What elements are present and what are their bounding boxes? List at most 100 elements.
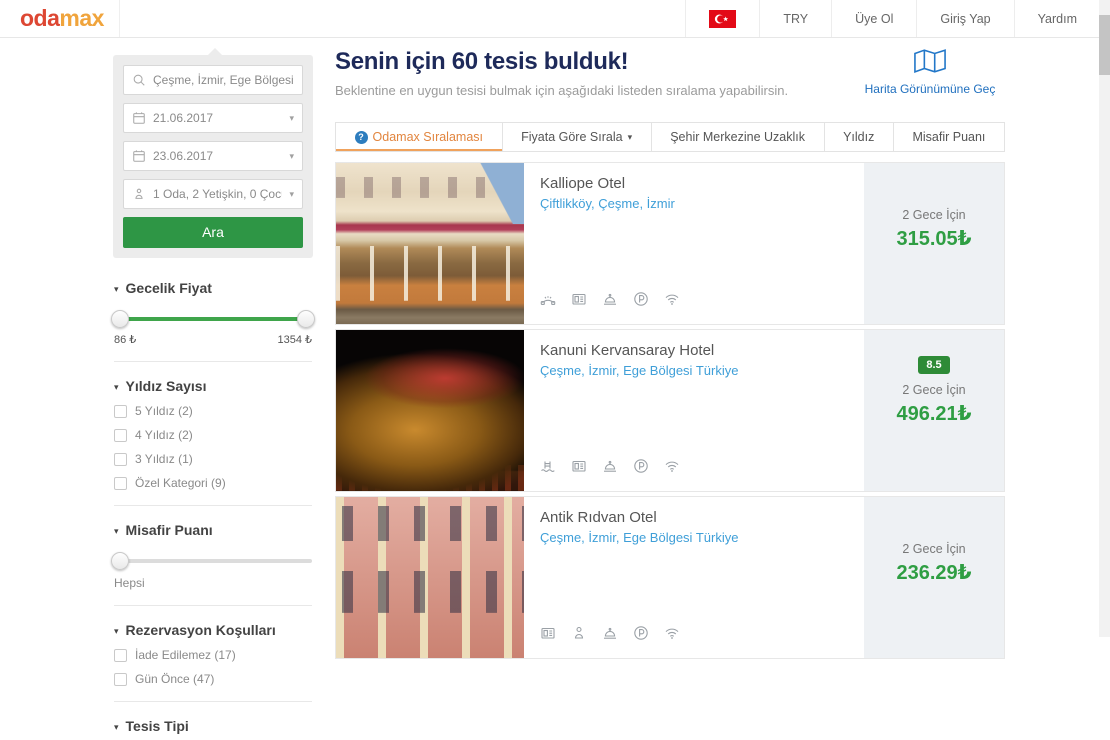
checkbox[interactable] [114,429,127,442]
nights-label: 2 Gece İçin [902,542,965,556]
hotel-photo[interactable] [336,163,524,324]
divider [114,361,312,362]
map-view-link[interactable]: Harita Görünümüne Geç [855,48,1005,96]
search-icon [132,73,146,87]
logo[interactable]: odamax [0,0,120,37]
wifi-icon [664,625,680,646]
tv-icon [540,625,556,646]
hotel-location-link[interactable]: Çeşme, İzmir, Ege Bölgesi Türkiye [540,363,848,378]
bell-icon [602,625,618,646]
slider-track[interactable] [114,559,312,563]
person-icon [132,187,146,201]
price-min-label: 86 ₺ [114,333,136,346]
price-max-label: 1354 ₺ [277,333,312,346]
guest-rating-handle[interactable] [111,552,129,570]
hotel-photo[interactable] [336,330,524,491]
rating-badge: 8.5 [918,356,949,374]
header-nav-item[interactable]: Üye Ol [831,0,916,37]
filter-property-type-header[interactable]: ▾ Tesis Tipi [114,718,312,734]
filter-checkbox-option[interactable]: İade Edilemez (17) [114,648,312,662]
option-label: 3 Yıldız (1) [135,452,193,466]
hotel-card[interactable]: Kanuni Kervansaray Hotel Çeşme, İzmir, E… [335,329,1005,492]
logo-part-oda: oda [20,5,59,32]
checkbox[interactable] [114,673,127,686]
guest-rating-value: Hepsi [114,576,312,590]
hotel-name[interactable]: Kanuni Kervansaray Hotel [540,342,848,359]
divider [114,605,312,606]
filter-price-header[interactable]: ▾ Gecelik Fiyat [114,280,312,296]
filter-guest-rating-header[interactable]: ▾ Misafir Puanı [114,522,312,538]
filter-stars-header[interactable]: ▾ Yıldız Sayısı [114,378,312,394]
checkout-date-input[interactable]: 23.06.2017 ▾ [123,141,303,171]
header-nav-item[interactable]: Giriş Yap [916,0,1013,37]
sort-tab[interactable]: Fiyata Göre Sırala ▾ [502,123,651,151]
checkbox[interactable] [114,649,127,662]
hotel-location-link[interactable]: Çiftlikköy, Çeşme, İzmir [540,196,848,211]
collapse-caret-icon: ▾ [114,284,119,295]
amenity-icons [540,458,848,479]
hotel-location-link[interactable]: Çeşme, İzmir, Ege Bölgesi Türkiye [540,530,848,545]
collapse-caret-icon: ▾ [114,526,119,537]
destination-value: Çeşme, İzmir, Ege Bölgesi Türki [153,73,294,87]
language-flag-button[interactable] [685,0,759,37]
sort-tabs: ? Odamax Sıralaması Fiyata Göre Sırala ▾… [335,122,1005,152]
panel-notch [208,48,222,55]
filter-checkbox-option[interactable]: 3 Yıldız (1) [114,452,312,466]
filter-booking-header[interactable]: ▾ Rezervasyon Koşulları [114,622,312,638]
option-label: Özel Kategori (9) [135,476,226,490]
bell-icon [602,291,618,312]
hotel-info: Antik Rıdvan Otel Çeşme, İzmir, Ege Bölg… [524,497,864,658]
checkin-date-input[interactable]: 21.06.2017 ▾ [123,103,303,133]
tv-icon [571,291,587,312]
bell-icon [602,458,618,479]
option-label: 4 Yıldız (2) [135,428,193,442]
slider-track[interactable] [114,317,312,321]
filter-checkbox-option[interactable]: 4 Yıldız (2) [114,428,312,442]
hotel-card[interactable]: Kalliope Otel Çiftlikköy, Çeşme, İzmir 2… [335,162,1005,325]
header-nav-item[interactable]: TRY [759,0,831,37]
sort-tab[interactable]: Şehir Merkezine Uzaklık [651,123,824,151]
filter-title: Gecelik Fiyat [126,280,212,296]
amenity-icons [540,291,848,312]
guest-rating-slider[interactable] [114,552,312,570]
sort-tab[interactable]: Yıldız [824,123,893,151]
amenity-icons [540,625,848,646]
calendar-icon [132,111,146,125]
checkbox[interactable] [114,405,127,418]
header-nav-item[interactable]: Yardım [1014,0,1100,37]
logo-part-max: max [59,5,104,32]
parking-icon [633,625,649,646]
price-max-handle[interactable] [297,310,315,328]
page-scrollbar-thumb[interactable] [1099,15,1110,75]
checkbox[interactable] [114,453,127,466]
filter-checkbox-option[interactable]: 5 Yıldız (2) [114,404,312,418]
checkbox[interactable] [114,477,127,490]
map-icon [914,61,946,78]
price-range-slider[interactable] [114,310,312,328]
hotel-name[interactable]: Antik Rıdvan Otel [540,509,848,526]
price-value: 496.21₺ [896,401,971,426]
sort-tab-label: Odamax Sıralaması [373,130,483,144]
price-min-handle[interactable] [111,310,129,328]
map-link-label: Harita Görünümüne Geç [855,82,1005,96]
parking-icon [633,458,649,479]
hotel-photo[interactable] [336,497,524,658]
occupancy-select[interactable]: 1 Oda, 2 Yetişkin, 0 Çocuk ▾ [123,179,303,209]
page-scrollbar-track[interactable] [1099,0,1110,637]
price-value: 236.29₺ [896,560,971,585]
collapse-caret-icon: ▾ [114,626,119,637]
filter-title: Tesis Tipi [126,718,189,734]
sort-tab[interactable]: ? Odamax Sıralaması [336,123,502,151]
hotel-card[interactable]: Antik Rıdvan Otel Çeşme, İzmir, Ege Bölg… [335,496,1005,659]
turkey-flag-icon [709,10,736,28]
search-button[interactable]: Ara [123,217,303,248]
option-label: Gün Önce (47) [135,672,214,686]
help-icon[interactable]: ? [355,131,368,144]
collapse-caret-icon: ▾ [114,722,119,733]
filter-checkbox-option[interactable]: Özel Kategori (9) [114,476,312,490]
sort-tab[interactable]: Misafir Puanı [893,123,1004,151]
filter-checkbox-option[interactable]: Gün Önce (47) [114,672,312,686]
booking-filter-options: İade Edilemez (17) Gün Önce (47) [114,648,312,686]
hotel-name[interactable]: Kalliope Otel [540,175,848,192]
destination-input[interactable]: Çeşme, İzmir, Ege Bölgesi Türki [123,65,303,95]
